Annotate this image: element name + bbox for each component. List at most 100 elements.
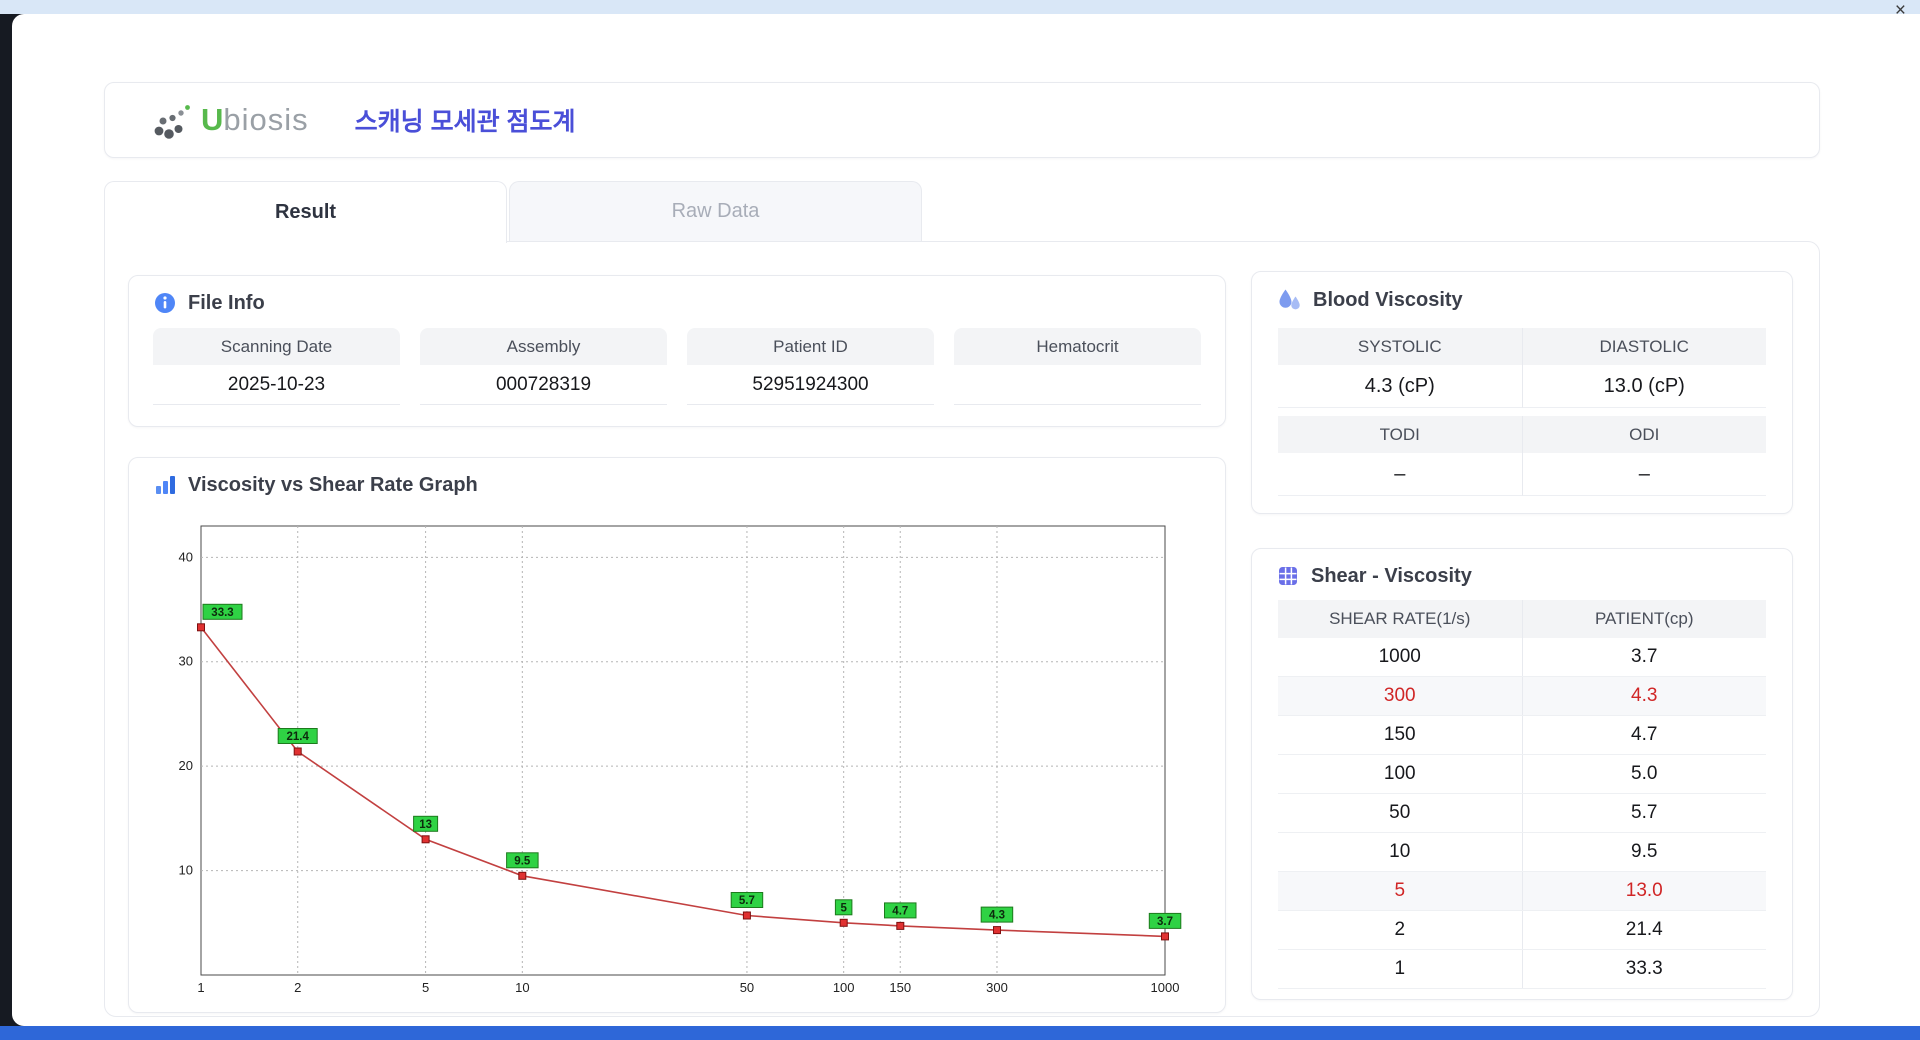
svg-text:1000: 1000: [1151, 980, 1180, 995]
shear-viscosity-header: Shear - Viscosity: [1252, 549, 1792, 588]
brand-text: Ubiosis: [201, 102, 309, 138]
svg-text:33.3: 33.3: [211, 607, 233, 619]
file-info-title: File Info: [188, 291, 265, 314]
table-row: 10 9.5: [1278, 833, 1766, 872]
svg-text:4.7: 4.7: [892, 905, 908, 917]
tab-result[interactable]: Result: [104, 181, 507, 243]
graph-card: Viscosity vs Shear Rate Graph 1 2 5 10 50 100…: [128, 457, 1226, 1013]
svg-text:2: 2: [294, 980, 301, 995]
app-window: Ubiosis 스캐닝 모세관 점도계 Result Raw Data File…: [12, 14, 1920, 1026]
table-row: 2 21.4: [1278, 911, 1766, 950]
title-bar: [0, 0, 1920, 14]
column-header-shear-rate: SHEAR RATE(1/s): [1329, 609, 1471, 628]
svg-text:20: 20: [179, 758, 193, 773]
field-value: 2025-10-23: [153, 365, 400, 405]
svg-text:5: 5: [422, 980, 429, 995]
bv-label: TODI: [1278, 416, 1522, 453]
bv-value: –: [1521, 453, 1766, 496]
svg-text:50: 50: [740, 980, 754, 995]
svg-text:13: 13: [419, 819, 432, 831]
bar-chart-icon: [156, 476, 175, 494]
bv-value-row: 4.3 (cP) 13.0 (cP): [1278, 365, 1766, 408]
patient-cell: 9.5: [1521, 833, 1767, 871]
shear-rate-cell: 300: [1383, 685, 1416, 706]
shear-rate-cell: 100: [1383, 763, 1416, 784]
tab-raw-data[interactable]: Raw Data: [509, 181, 922, 241]
patient-cell: 5.7: [1521, 794, 1767, 832]
brand-u: U: [201, 102, 224, 137]
patient-cell: 5.0: [1521, 755, 1767, 793]
shear-viscosity-title: Shear - Viscosity: [1311, 564, 1472, 587]
patient-cell: 4.7: [1521, 716, 1767, 754]
page-title: 스캐닝 모세관 점도계: [354, 108, 576, 136]
chart-svg: 1 2 5 10 50 100 150 300 1000 10 20 30 40 33.3 21.4 13 9.…: [179, 525, 1182, 995]
brand-rest: biosis: [223, 102, 309, 137]
close-icon[interactable]: ×: [1895, 1, 1906, 20]
shear-rate-cell: 150: [1383, 724, 1416, 745]
field-value: 52951924300: [687, 365, 934, 405]
leaf-dots-icon: [154, 105, 190, 139]
shear-rate-cell: 10: [1389, 841, 1411, 862]
file-info-fields: Scanning Date 2025-10-23 Assembly 000728319…: [153, 328, 1201, 405]
ubiosis-logo: Ubiosis: [149, 99, 309, 141]
file-info-card: File Info Scanning Date 2025-10-23 Assembl…: [128, 275, 1226, 427]
shear-rate-cell: 1: [1394, 958, 1406, 979]
shear-viscosity-card: Shear - Viscosity SHEAR RATE(1/s) PATIEN…: [1251, 548, 1793, 1000]
bv-header-row: SYSTOLIC DIASTOLIC: [1278, 328, 1766, 365]
svg-text:10: 10: [515, 980, 529, 995]
svg-text:5.7: 5.7: [739, 895, 755, 907]
svg-text:9.5: 9.5: [514, 855, 531, 867]
svg-text:5: 5: [840, 902, 847, 914]
info-icon: [155, 293, 175, 313]
blood-viscosity-header: Blood Viscosity: [1252, 272, 1792, 313]
app-header: Ubiosis 스캐닝 모세관 점도계: [104, 82, 1820, 158]
svg-text:30: 30: [179, 654, 193, 669]
patient-cell: 21.4: [1521, 911, 1767, 949]
table-body: 1000 3.7 300 4.3 150 4.7 100 5.0 50 5.7 10 9.5 5 13.0…: [1278, 638, 1766, 989]
blood-viscosity-grid: SYSTOLIC DIASTOLIC 4.3 (cP) 13.0 (cP) TO…: [1278, 328, 1766, 496]
bv-label: ODI: [1521, 416, 1766, 453]
svg-text:150: 150: [889, 980, 911, 995]
bv-value: 13.0 (cP): [1521, 365, 1766, 408]
svg-text:1: 1: [197, 980, 204, 995]
shear-viscosity-table: SHEAR RATE(1/s) PATIENT(cp) 1000 3.7 300 4.…: [1278, 600, 1766, 989]
table-row: 1 33.3: [1278, 950, 1766, 989]
bv-value: –: [1278, 453, 1522, 496]
svg-text:10: 10: [179, 863, 193, 878]
patient-cell: 13.0: [1521, 872, 1767, 910]
bv-label: SYSTOLIC: [1278, 328, 1522, 365]
blood-viscosity-title: Blood Viscosity: [1313, 288, 1463, 311]
svg-text:40: 40: [179, 549, 193, 564]
field-label: Hematocrit: [954, 328, 1201, 365]
table-row: 50 5.7: [1278, 794, 1766, 833]
blood-viscosity-card: Blood Viscosity SYSTOLIC DIASTOLIC 4.3 (…: [1251, 271, 1793, 514]
graph-header: Viscosity vs Shear Rate Graph: [129, 458, 1225, 497]
table-row: 1000 3.7: [1278, 638, 1766, 677]
graph-title: Viscosity vs Shear Rate Graph: [188, 473, 478, 496]
table-header-row: SHEAR RATE(1/s) PATIENT(cp): [1278, 600, 1766, 638]
water-drops-icon: [1279, 289, 1300, 310]
shear-rate-cell: 5: [1394, 880, 1406, 901]
svg-text:300: 300: [986, 980, 1008, 995]
bv-header-row: TODI ODI: [1278, 416, 1766, 453]
table-row: 5 13.0: [1278, 872, 1766, 911]
patient-cell: 33.3: [1521, 950, 1767, 988]
svg-text:3.7: 3.7: [1157, 916, 1173, 928]
column-header-patient: PATIENT(cp): [1521, 600, 1767, 638]
patient-cell: 3.7: [1521, 638, 1767, 676]
field-label: Patient ID: [687, 328, 934, 365]
bv-value-row: – –: [1278, 453, 1766, 496]
viscosity-chart: 1 2 5 10 50 100 150 300 1000 10 20 30 40 33.3 21.4 13 9.…: [145, 516, 1205, 1006]
file-info-field: Hematocrit: [954, 328, 1201, 405]
field-label: Assembly: [420, 328, 667, 365]
file-info-field: Patient ID 52951924300: [687, 328, 934, 405]
table-row: 300 4.3: [1278, 677, 1766, 716]
shear-rate-cell: 2: [1394, 919, 1406, 940]
svg-text:4.3: 4.3: [989, 910, 1005, 922]
table-row: 150 4.7: [1278, 716, 1766, 755]
shear-rate-cell: 50: [1389, 802, 1411, 823]
bv-label: DIASTOLIC: [1521, 328, 1766, 365]
field-value: 000728319: [420, 365, 667, 405]
taskbar-strip: [0, 1026, 1920, 1040]
shear-rate-cell: 1000: [1378, 646, 1421, 667]
